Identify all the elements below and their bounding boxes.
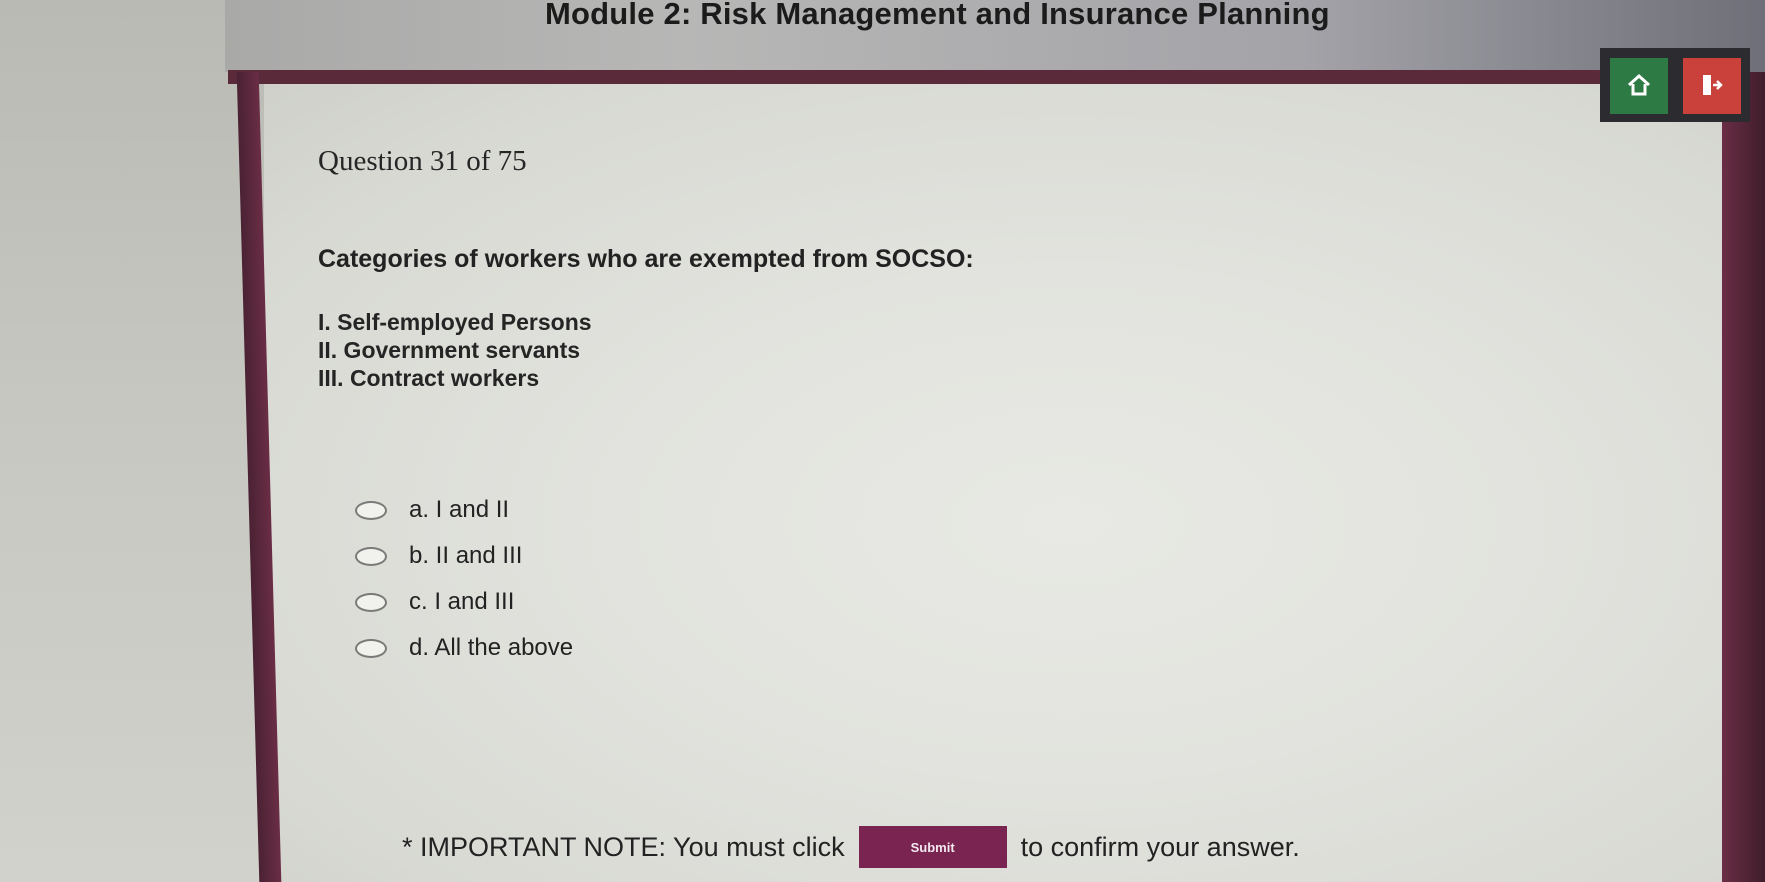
option-c[interactable]: c. I and III [355, 579, 573, 625]
radio-button[interactable] [355, 592, 387, 612]
question-panel [264, 84, 1724, 882]
background-left [0, 0, 270, 882]
note-text-after: to confirm your answer. [1020, 831, 1300, 862]
radio-button[interactable] [355, 638, 387, 658]
option-label: d. All the above [409, 634, 574, 661]
option-b[interactable]: b. II and III [355, 533, 573, 579]
exit-icon [1699, 72, 1725, 101]
answer-options: a. I and II b. II and III c. I and III d… [355, 487, 573, 671]
frame-top [228, 70, 1728, 84]
module-title: Module 2: Risk Management and Insurance … [545, 0, 1330, 31]
statement-item: II. Government servants [318, 337, 581, 363]
home-icon [1626, 73, 1652, 100]
question-text: Categories of workers who are exempted f… [318, 245, 974, 273]
important-note: * IMPORTANT NOTE: You must click Submit … [402, 826, 1300, 868]
exit-button[interactable] [1683, 58, 1741, 114]
frame-right [1722, 72, 1765, 882]
note-text-before: * IMPORTANT NOTE: You must click [402, 831, 845, 862]
radio-button[interactable] [355, 546, 387, 566]
option-label: a. I and II [409, 496, 510, 523]
option-d[interactable]: d. All the above [355, 625, 573, 671]
question-counter: Question 31 of 75 [318, 145, 527, 177]
statement-item: I. Self-employed Persons [318, 309, 592, 335]
option-a[interactable]: a. I and II [355, 487, 573, 533]
statement-list: I. Self-employed Persons II. Government … [318, 308, 592, 392]
submit-button[interactable]: Submit [858, 826, 1007, 868]
statement-item: III. Contract workers [318, 365, 540, 391]
header-bar: Module 2: Risk Management and Insurance … [225, 0, 1765, 72]
option-label: b. II and III [409, 542, 523, 569]
option-label: c. I and III [409, 588, 515, 615]
radio-button[interactable] [355, 500, 387, 520]
home-button[interactable] [1610, 58, 1668, 114]
